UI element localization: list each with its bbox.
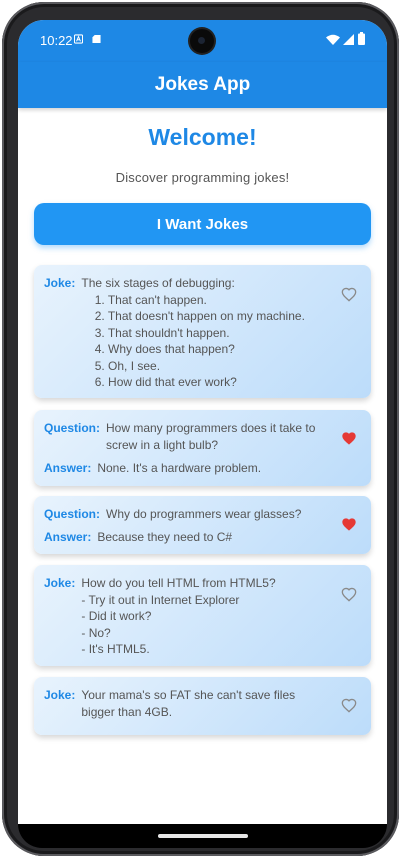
- answer-line: None. It's a hardware problem.: [97, 461, 262, 475]
- joke-row: Joke: The six stages of debugging: 1. Th…: [44, 275, 327, 391]
- answer-label: Answer:: [44, 461, 92, 475]
- answer-text: Because they need to C#: [97, 529, 232, 546]
- answer-label: Answer:: [44, 530, 92, 544]
- joke-row: Joke: How do you tell HTML from HTML5? -…: [44, 575, 327, 658]
- app-bar: Jokes App: [18, 62, 387, 108]
- signal-icon: [343, 34, 354, 45]
- joke-card: Joke: Your mama's so FAT she can't save …: [34, 677, 371, 735]
- heart-filled-icon[interactable]: [341, 517, 357, 533]
- status-bar: 10:22: [18, 20, 387, 62]
- question-row: Question: How many programmers does it t…: [44, 420, 327, 453]
- answer-row: Answer: Because they need to C#: [44, 529, 327, 546]
- question-line: screw in a light bulb?: [106, 437, 219, 452]
- joke-line: - No?: [81, 625, 111, 640]
- joke-text: Your mama's so FAT she can't save files …: [81, 687, 295, 720]
- sd-card-icon: [92, 34, 101, 44]
- joke-label: Joke:: [44, 688, 76, 702]
- subtitle: Discover programming jokes!: [115, 170, 290, 185]
- question-text: Why do programmers wear glasses?: [106, 506, 301, 523]
- answer-row: Answer: None. It's a hardware problem.: [44, 460, 327, 477]
- question-label: Question:: [44, 507, 100, 521]
- screen: 10:22 Jokes App Welcome! Discover progra…: [18, 20, 387, 824]
- joke-card: Question: How many programmers does it t…: [34, 410, 371, 486]
- joke-text: The six stages of debugging: 1. That can…: [81, 275, 305, 391]
- joke-line: Your mama's so FAT she can't save files: [81, 688, 296, 702]
- joke-label: Joke:: [44, 276, 76, 290]
- joke-text: How do you tell HTML from HTML5? - Try i…: [81, 575, 275, 658]
- question-line: Why do programmers wear glasses?: [106, 507, 302, 521]
- joke-line: 1. That can't happen.: [81, 292, 207, 307]
- joke-line: 4. Why does that happen?: [81, 342, 235, 356]
- heart-outline-icon[interactable]: [341, 287, 357, 303]
- joke-line: - Did it work?: [81, 609, 152, 623]
- joke-line: bigger than 4GB.: [81, 704, 173, 719]
- joke-row: Joke: Your mama's so FAT she can't save …: [44, 687, 327, 720]
- heart-outline-icon[interactable]: [341, 587, 357, 603]
- device-frame: 10:22 Jokes App Welcome! Discover progra…: [2, 2, 399, 856]
- question-text: How many programmers does it take to scr…: [106, 420, 315, 453]
- notification-a-icon: [74, 34, 83, 44]
- joke-line: 6. How did that ever work?: [81, 375, 237, 389]
- battery-icon: [358, 32, 365, 45]
- i-want-jokes-button[interactable]: I Want Jokes: [34, 203, 371, 245]
- status-time: 10:22: [40, 33, 73, 48]
- heart-filled-icon[interactable]: [341, 431, 357, 447]
- front-camera: [190, 29, 214, 53]
- wifi-icon: [326, 34, 340, 45]
- navigation-bar: [18, 824, 387, 848]
- joke-label: Joke:: [44, 576, 76, 590]
- i-want-jokes-button-label: I Want Jokes: [156, 215, 249, 233]
- joke-line: 5. Oh, I see.: [81, 358, 161, 373]
- joke-line: 2. That doesn't happen on my machine.: [81, 309, 305, 323]
- answer-line: Because they need to C#: [97, 530, 233, 544]
- question-label: Question:: [44, 421, 100, 435]
- joke-card: Joke: How do you tell HTML from HTML5? -…: [34, 565, 371, 666]
- welcome-heading: Welcome!: [148, 124, 257, 150]
- joke-line: How do you tell HTML from HTML5?: [81, 576, 276, 590]
- joke-card: Joke: The six stages of debugging: 1. Th…: [34, 265, 371, 398]
- joke-card: Question: Why do programmers wear glasse…: [34, 496, 371, 554]
- heart-outline-icon[interactable]: [341, 698, 357, 714]
- question-row: Question: Why do programmers wear glasse…: [44, 506, 327, 523]
- home-indicator[interactable]: [158, 834, 248, 838]
- joke-line: The six stages of debugging:: [81, 276, 235, 290]
- joke-line: - Try it out in Internet Explorer: [81, 592, 240, 607]
- answer-text: None. It's a hardware problem.: [97, 460, 261, 477]
- joke-line: - It's HTML5.: [81, 642, 150, 656]
- app-title: Jokes App: [154, 74, 251, 95]
- joke-line: 3. That shouldn't happen.: [81, 325, 230, 340]
- question-line: How many programmers does it take to: [106, 421, 316, 435]
